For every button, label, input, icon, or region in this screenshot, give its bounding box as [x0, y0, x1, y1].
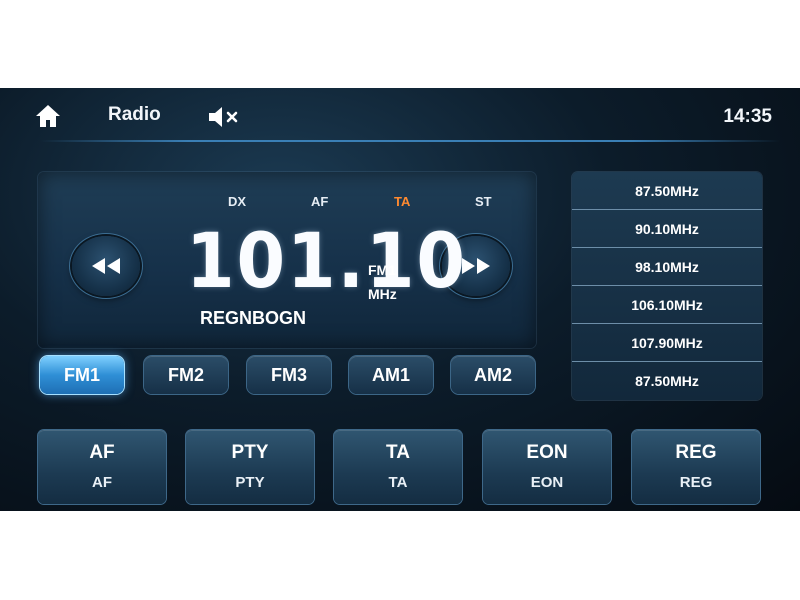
ta-indicator: TA	[394, 194, 411, 209]
af-button-label: AF	[89, 442, 115, 463]
preset-item[interactable]: 87.50MHz	[572, 362, 762, 399]
band-button-fm2[interactable]: FM2	[144, 356, 228, 394]
eon-button[interactable]: EON EON	[483, 430, 611, 504]
preset-item[interactable]: 106.10MHz	[572, 286, 762, 324]
band-button-fm3[interactable]: FM3	[247, 356, 331, 394]
home-icon[interactable]	[34, 102, 62, 130]
band-button-am1[interactable]: AM1	[349, 356, 433, 394]
pty-button[interactable]: PTY PTY	[186, 430, 314, 504]
rewind-icon	[92, 258, 120, 274]
reg-button-label: REG	[675, 442, 717, 463]
frequency-display: 101.10	[186, 216, 467, 305]
preset-item[interactable]: 90.10MHz	[572, 210, 762, 248]
station-name: REGNBOGN	[200, 308, 307, 328]
radio-screen: Radio 14:35 DX AF TA ST 101.10 FM1 MHz R…	[0, 88, 800, 511]
page-title: Radio	[108, 104, 161, 125]
af-button-sublabel: AF	[92, 474, 112, 491]
dx-indicator: DX	[228, 194, 247, 209]
seek-back-button[interactable]	[72, 236, 140, 296]
af-indicator: AF	[311, 194, 329, 209]
preset-item[interactable]: 98.10MHz	[572, 248, 762, 286]
band-label: FM1	[368, 262, 396, 278]
st-indicator: ST	[475, 194, 492, 209]
header-divider	[40, 140, 780, 142]
band-button-fm1[interactable]: FM1	[40, 356, 124, 394]
reg-button-sublabel: REG	[679, 474, 713, 491]
eon-button-label: EON	[526, 442, 568, 463]
af-button[interactable]: AF AF	[38, 430, 166, 504]
preset-item[interactable]: 87.50MHz	[572, 172, 762, 210]
band-button-am2[interactable]: AM2	[451, 356, 535, 394]
ta-button[interactable]: TA TA	[334, 430, 462, 504]
preset-item[interactable]: 107.90MHz	[572, 324, 762, 362]
eon-button-sublabel: EON	[530, 474, 564, 491]
preset-list: 87.50MHz 90.10MHz 98.10MHz 106.10MHz 107…	[572, 172, 762, 400]
ta-button-label: TA	[386, 442, 410, 463]
frequency-panel: DX AF TA ST 101.10 FM1 MHz REGNBOGN	[38, 172, 536, 348]
unit-label: MHz	[368, 286, 397, 302]
pty-button-sublabel: PTY	[235, 474, 265, 491]
pty-button-label: PTY	[231, 442, 269, 463]
reg-button[interactable]: REG REG	[632, 430, 760, 504]
ta-button-sublabel: TA	[388, 474, 408, 491]
clock: 14:35	[723, 106, 772, 127]
speaker-mute-icon[interactable]	[206, 104, 244, 130]
